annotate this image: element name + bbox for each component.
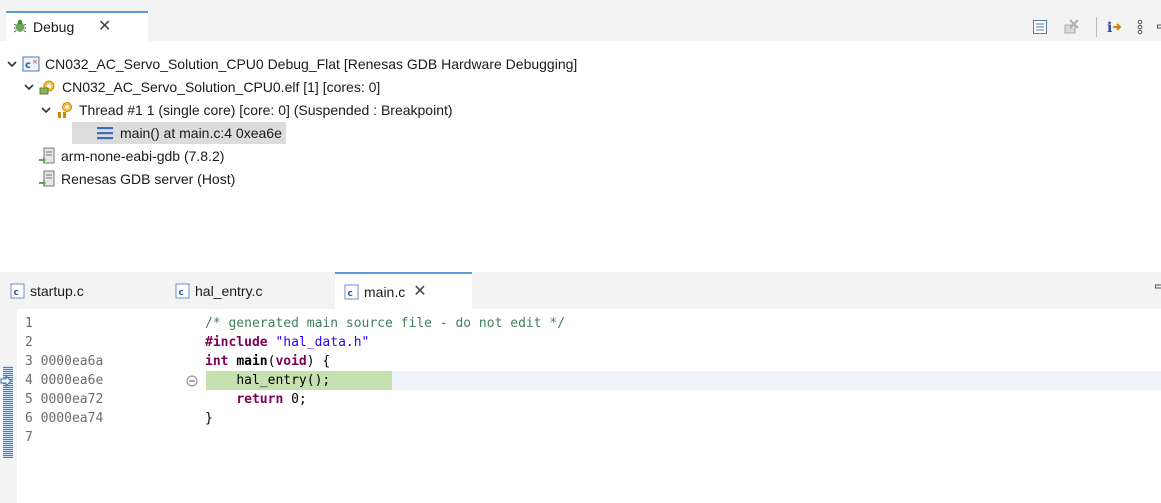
thread-label: Thread #1 1 (single core) [core: 0] (Sus…	[79, 102, 453, 118]
code-line: /* generated main source file - do not e…	[205, 316, 566, 331]
toolbar-separator	[1096, 17, 1097, 37]
tree-item-thread[interactable]: Thread #1 1 (single core) [core: 0] (Sus…	[40, 99, 453, 121]
tab-debug[interactable]: Debug ✕	[6, 11, 148, 41]
instruction-stepping-icon[interactable]: i	[1106, 18, 1124, 36]
gdb-label: arm-none-eabi-gdb (7.8.2)	[61, 148, 225, 164]
tab-hal-entry-c[interactable]: c hal_entry.c	[175, 272, 325, 309]
view-menu-icon[interactable]	[1133, 18, 1151, 36]
code-editor[interactable]: 1 2 3 0000ea6a 4 0000ea6e 5 0000ea72 6 0…	[0, 309, 1161, 503]
tree-item-launch[interactable]: c × CN032_AC_Servo_Solution_CPU0 Debug_F…	[6, 53, 577, 75]
code-line: #include "hal_data.h"	[205, 335, 370, 350]
process-label: CN032_AC_Servo_Solution_CPU0.elf [1] [co…	[62, 79, 381, 95]
tree-item-process[interactable]: CN032_AC_Servo_Solution_CPU0.elf [1] [co…	[23, 76, 380, 98]
svg-text:c: c	[25, 60, 31, 71]
line-number: 7	[25, 430, 33, 445]
tab-startup-c-label: startup.c	[30, 282, 84, 299]
close-icon[interactable]: ✕	[98, 19, 111, 35]
chevron-down-icon[interactable]	[40, 104, 52, 116]
line-number: 1	[25, 316, 33, 331]
process-icon	[39, 80, 55, 95]
c-launch-icon: c ×	[22, 56, 40, 72]
line-number: 2	[25, 335, 33, 350]
tab-startup-c[interactable]: c startup.c	[10, 272, 160, 309]
line-number: 5 0000ea72	[25, 392, 104, 407]
thread-suspended-icon	[58, 102, 72, 118]
fold-collapse-icon[interactable]	[186, 375, 198, 387]
line-number: 6 0000ea74	[25, 411, 104, 426]
overview-ruler	[0, 309, 17, 503]
svg-text:c: c	[348, 289, 353, 299]
chevron-down-icon[interactable]	[23, 81, 35, 93]
line-number: 4 0000ea6e	[25, 373, 104, 388]
tab-hal-entry-c-label: hal_entry.c	[195, 282, 263, 299]
debug-tree: c × CN032_AC_Servo_Solution_CPU0 Debug_F…	[0, 41, 1161, 259]
svg-text:c: c	[179, 288, 184, 298]
minimize-icon[interactable]	[1152, 18, 1161, 36]
svg-text:×: ×	[32, 58, 38, 66]
c-file-icon: c	[344, 284, 359, 299]
bug-icon	[13, 19, 27, 33]
gdb-server-label: Renesas GDB server (Host)	[61, 171, 236, 187]
c-file-icon: c	[175, 283, 190, 298]
code-line-current: hal_entry();	[236, 373, 331, 388]
close-icon[interactable]: ✕	[413, 283, 426, 300]
code-line: }	[205, 411, 213, 426]
debugger-process-icon	[39, 147, 55, 164]
svg-text:i: i	[1107, 20, 1112, 36]
debugger-process-icon	[39, 170, 55, 187]
launch-label: CN032_AC_Servo_Solution_CPU0 Debug_Flat …	[45, 56, 578, 72]
chevron-down-icon[interactable]	[6, 58, 18, 70]
svg-text:c: c	[14, 288, 19, 298]
stack-frame-icon	[97, 127, 113, 140]
tab-debug-label: Debug	[33, 19, 75, 35]
stack-frame-label: main() at main.c:4 0xea6e	[120, 125, 282, 141]
collapse-all-icon[interactable]	[1031, 18, 1049, 36]
tab-main-c[interactable]: c main.c ✕	[335, 272, 472, 309]
tab-main-c-label: main.c	[364, 283, 406, 300]
tree-item-stack-frame[interactable]: main() at main.c:4 0xea6e	[72, 122, 286, 144]
debug-view-tabbar: Debug ✕ i	[0, 0, 1161, 41]
c-file-icon: c	[10, 283, 25, 298]
editor-tabbar: c startup.c c hal_entry.c c main.c ✕	[0, 272, 1161, 309]
tree-item-gdb-server[interactable]: Renesas GDB server (Host)	[38, 168, 235, 190]
tree-item-gdb[interactable]: arm-none-eabi-gdb (7.8.2)	[38, 145, 224, 167]
line-number: 3 0000ea6a	[25, 354, 104, 369]
code-line: return 0;	[236, 392, 307, 407]
instruction-pointer-icon	[0, 375, 12, 387]
minimize-icon[interactable]	[1150, 278, 1161, 296]
code-line: int main(void) {	[205, 354, 331, 369]
remove-terminated-icon[interactable]	[1062, 18, 1080, 36]
